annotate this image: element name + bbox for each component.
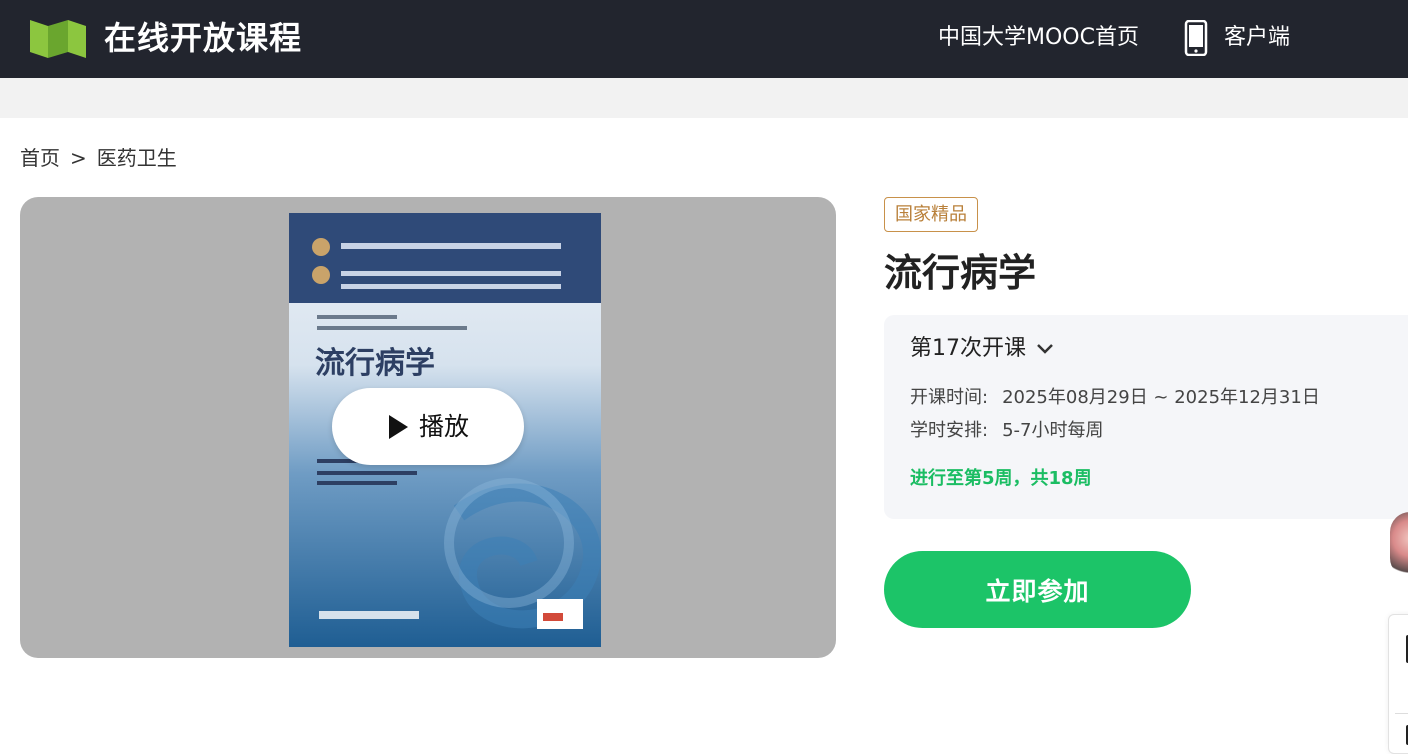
term-selected-label: 第17次开课 xyxy=(910,336,1026,361)
play-button[interactable]: 播放 xyxy=(332,388,524,465)
breadcrumb-separator: > xyxy=(70,146,87,170)
header-divider-strip xyxy=(0,78,1408,118)
term-time-value: 2025年08月29日 ~ 2025年12月31日 xyxy=(1002,387,1320,408)
breadcrumb-category[interactable]: 医药卫生 xyxy=(97,144,177,172)
study-hours-label: 学时安排: xyxy=(910,420,989,441)
national-quality-badge: 国家精品 xyxy=(884,197,978,232)
course-title: 流行病学 xyxy=(884,251,1037,295)
play-icon xyxy=(388,414,408,439)
study-hours-value: 5-7小时每周 xyxy=(1002,420,1104,441)
top-header: 在线开放课程 中国大学MOOC首页 客户端 xyxy=(0,0,1408,78)
mobile-phone-icon xyxy=(1184,20,1208,56)
client-label: 客户端 xyxy=(1224,25,1291,50)
course-intro-player[interactable]: 流行病学 播放 xyxy=(20,197,836,658)
breadcrumb-home[interactable]: 首页 xyxy=(20,144,60,172)
side-panel-divider xyxy=(1395,713,1408,714)
mooc-home-link[interactable]: 中国大学MOOC首页 xyxy=(938,23,1139,53)
play-label: 播放 xyxy=(418,411,469,441)
floating-side-panel[interactable] xyxy=(1388,614,1408,754)
term-dropdown[interactable]: 第17次开课 xyxy=(910,334,1054,364)
cover-title-text: 流行病学 xyxy=(315,346,435,381)
brand-title[interactable]: 在线开放课程 xyxy=(104,17,302,59)
breadcrumb: 首页 > 医药卫生 xyxy=(20,144,177,172)
term-info-card: 第17次开课 开课时间: 2025年08月29日 ~ 2025年12月31日 学… xyxy=(884,315,1408,519)
logo-icon[interactable] xyxy=(30,16,86,60)
client-download-link[interactable]: 客户端 xyxy=(1184,19,1290,57)
course-progress-text: 进行至第5周，共18周 xyxy=(910,468,1092,489)
study-hours-row: 学时安排: 5-7小时每周 xyxy=(910,418,1103,444)
term-time-row: 开课时间: 2025年08月29日 ~ 2025年12月31日 xyxy=(910,385,1320,411)
floating-assistant-avatar[interactable] xyxy=(1390,512,1408,578)
join-now-button[interactable]: 立即参加 xyxy=(884,551,1191,628)
chevron-down-icon xyxy=(1037,344,1053,354)
term-time-label: 开课时间: xyxy=(910,387,989,408)
